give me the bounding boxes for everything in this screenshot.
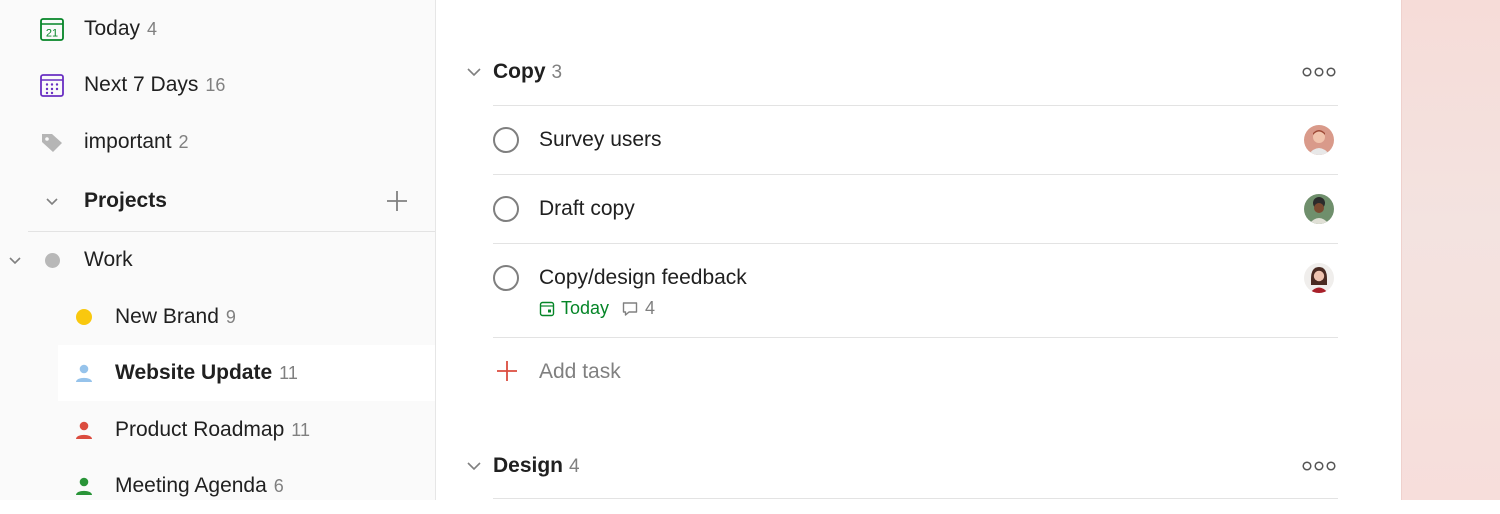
chevron-down-icon[interactable] — [6, 251, 24, 269]
sidebar-item-new-brand[interactable]: New Brand 9 — [0, 289, 435, 345]
chevron-down-icon[interactable] — [464, 62, 484, 82]
task-checkbox[interactable] — [493, 265, 519, 291]
add-task-label: Add task — [539, 360, 621, 383]
sidebar-item-count: 2 — [178, 132, 189, 152]
project-dot-icon — [38, 246, 66, 274]
projects-label: Projects — [84, 189, 167, 212]
background-panel — [1401, 0, 1500, 500]
task-meta: Today 4 — [539, 298, 655, 319]
section-header-copy[interactable]: Copy 3 — [436, 52, 1401, 92]
project-dot-icon — [70, 303, 98, 331]
task-row[interactable]: Draft copy — [493, 175, 1338, 243]
sidebar-item-count: 6 — [273, 476, 284, 496]
task-comment-count[interactable]: 4 — [645, 298, 655, 319]
sidebar-item-work[interactable]: Work — [0, 232, 435, 288]
sidebar-item-label: Next 7 Days — [84, 73, 199, 96]
task-title: Survey users — [539, 128, 662, 151]
section-count: 3 — [551, 62, 563, 83]
person-icon — [70, 472, 98, 500]
person-icon — [70, 359, 98, 387]
section-header-design[interactable]: Design 4 — [436, 446, 1401, 486]
avatar-icon[interactable] — [1304, 263, 1334, 293]
avatar-icon[interactable] — [1304, 194, 1334, 224]
sidebar-item-label: Product Roadmap — [115, 418, 285, 441]
sidebar-item-important[interactable]: important 2 — [0, 114, 435, 170]
sidebar-item-today[interactable]: 21 Today 4 — [0, 1, 435, 57]
comment-icon — [621, 300, 639, 318]
calendar-due-icon — [539, 301, 555, 317]
sidebar-item-meeting-agenda[interactable]: Meeting Agenda 6 — [0, 458, 435, 514]
plus-icon — [496, 360, 518, 382]
task-row[interactable]: Copy/design feedback Today 4 — [493, 244, 1338, 337]
section-count: 4 — [569, 456, 580, 477]
sidebar: 21 Today 4 Next 7 Days 16 important 2 Pr… — [0, 0, 436, 500]
task-title: Draft copy — [539, 197, 635, 220]
sidebar-item-label: Work — [84, 248, 133, 271]
sidebar-item-label: important — [84, 130, 172, 153]
more-options-icon[interactable] — [1302, 456, 1336, 476]
sidebar-item-count: 9 — [225, 307, 236, 327]
calendar-today-icon: 21 — [38, 15, 66, 43]
sidebar-item-label: Website Update — [115, 361, 273, 384]
task-title: Copy/design feedback — [539, 266, 747, 289]
sidebar-item-count: 11 — [279, 363, 298, 383]
calendar-week-icon — [38, 71, 66, 99]
chevron-down-icon[interactable] — [464, 456, 484, 476]
label-tag-icon — [38, 128, 66, 156]
sidebar-item-next-7-days[interactable]: Next 7 Days 16 — [0, 57, 435, 113]
section-divider — [493, 498, 1338, 499]
chevron-down-icon[interactable] — [38, 187, 66, 215]
calendar-day-text: 21 — [46, 28, 58, 40]
sidebar-item-product-roadmap[interactable]: Product Roadmap 11 — [0, 402, 435, 458]
sidebar-item-count: 11 — [291, 420, 310, 440]
section-title: Design — [493, 454, 564, 477]
main-content: Copy 3 Survey users Draft copy Copy/desi… — [436, 0, 1401, 500]
person-icon — [70, 416, 98, 444]
task-checkbox[interactable] — [493, 127, 519, 153]
section-title: Copy — [493, 60, 546, 83]
task-row[interactable]: Survey users — [493, 106, 1338, 174]
task-checkbox[interactable] — [493, 196, 519, 222]
add-task-button[interactable]: Add task — [493, 338, 1338, 406]
projects-header[interactable]: Projects — [0, 173, 435, 229]
sidebar-item-count: 16 — [205, 75, 226, 95]
task-due-date[interactable]: Today — [561, 298, 609, 319]
sidebar-item-count: 4 — [147, 19, 158, 39]
more-options-icon[interactable] — [1302, 62, 1336, 82]
sidebar-item-label: New Brand — [115, 305, 219, 328]
sidebar-item-label: Today — [84, 17, 141, 40]
sidebar-item-website-update[interactable]: Website Update 11 — [58, 345, 435, 401]
avatar-icon[interactable] — [1304, 125, 1334, 155]
plus-icon[interactable] — [384, 188, 410, 214]
sidebar-item-label: Meeting Agenda — [115, 474, 267, 497]
